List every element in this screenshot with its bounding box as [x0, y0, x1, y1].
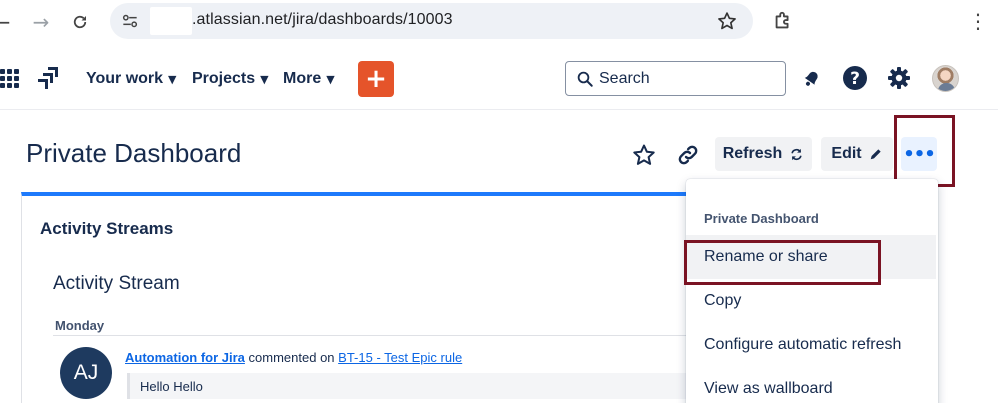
activity-verb: commented on [248, 350, 335, 365]
refresh-button-label: Refresh [722, 145, 783, 162]
forward-arrow-icon[interactable]: → [27, 8, 55, 36]
svg-text:?: ? [850, 69, 860, 89]
chevron-down-icon: ▼ [260, 72, 269, 86]
help-icon[interactable]: ? [841, 64, 869, 92]
user-avatar[interactable] [932, 65, 959, 92]
gadget-title: Activity Streams [40, 219, 174, 238]
bookmark-star-icon[interactable] [715, 9, 739, 33]
jira-logo-icon[interactable] [36, 66, 60, 90]
extensions-puzzle-icon[interactable] [770, 8, 796, 34]
menu-group-label: Private Dashboard [704, 211, 819, 226]
search-input[interactable]: Search [565, 61, 786, 96]
day-label: Monday [55, 318, 105, 333]
comment-quote: Hello Hello [127, 373, 713, 399]
activity-stream-title: Activity Stream [53, 273, 180, 294]
menu-item-configure-refresh[interactable]: Configure automatic refresh [686, 323, 936, 367]
browser-menu-icon[interactable]: ⋮ [968, 8, 988, 34]
address-bar[interactable]: .atlassian.net/jira/dashboards/10003 [110, 3, 753, 39]
edit-button[interactable]: Edit [821, 137, 893, 171]
search-placeholder: Search [599, 70, 650, 87]
refresh-button[interactable]: Refresh [715, 137, 812, 171]
comment-text: Hello Hello [140, 379, 203, 394]
link-icon[interactable] [674, 141, 702, 169]
redacted-subdomain [150, 7, 192, 35]
nav-more[interactable]: More ▼ [283, 68, 335, 90]
nav-projects-label: Projects [192, 70, 256, 87]
nav-your-work[interactable]: Your work ▼ [86, 68, 177, 90]
nav-more-label: More [283, 70, 322, 87]
create-button[interactable]: + [358, 61, 394, 97]
refresh-icon [789, 147, 804, 162]
jira-dashboard-page: ← → .atlassian.net/jira/dashboards/10003… [0, 0, 998, 403]
search-icon [576, 70, 594, 88]
chevron-down-icon: ▼ [168, 72, 177, 86]
menu-item-view-wallboard[interactable]: View as wallboard [686, 367, 936, 403]
settings-gear-icon[interactable] [885, 64, 913, 92]
chevron-down-icon: ▼ [326, 72, 335, 86]
jira-top-nav: Your work ▼ Projects ▼ More ▼ + Search ? [0, 46, 998, 110]
notifications-bell-icon[interactable] [798, 64, 826, 92]
highlight-rename-or-share [684, 240, 881, 285]
issue-link[interactable]: BT-15 - Test Epic rule [338, 350, 462, 365]
pencil-icon [869, 147, 883, 161]
edit-button-label: Edit [831, 145, 862, 162]
more-actions-menu: Private Dashboard Rename or share Copy C… [686, 179, 938, 403]
reload-icon[interactable] [66, 8, 94, 36]
back-arrow-icon[interactable]: ← [0, 8, 16, 36]
menu-item-copy[interactable]: Copy [686, 279, 936, 323]
site-info-icon[interactable] [118, 9, 142, 33]
app-switcher-icon[interactable] [0, 68, 22, 90]
page-title: Private Dashboard [26, 138, 242, 168]
star-icon[interactable] [630, 141, 658, 169]
browser-toolbar: ← → .atlassian.net/jira/dashboards/10003… [0, 0, 998, 44]
highlight-more-button [894, 115, 955, 187]
nav-projects[interactable]: Projects ▼ [192, 68, 269, 90]
nav-your-work-label: Your work [86, 70, 164, 87]
activity-entry: Automation for Jira commented on BT-15 -… [125, 350, 462, 365]
url-text: .atlassian.net/jira/dashboards/10003 [192, 11, 453, 28]
activity-avatar[interactable]: AJ [60, 347, 112, 399]
actor-link[interactable]: Automation for Jira [125, 350, 245, 365]
day-header: Monday [53, 314, 713, 336]
